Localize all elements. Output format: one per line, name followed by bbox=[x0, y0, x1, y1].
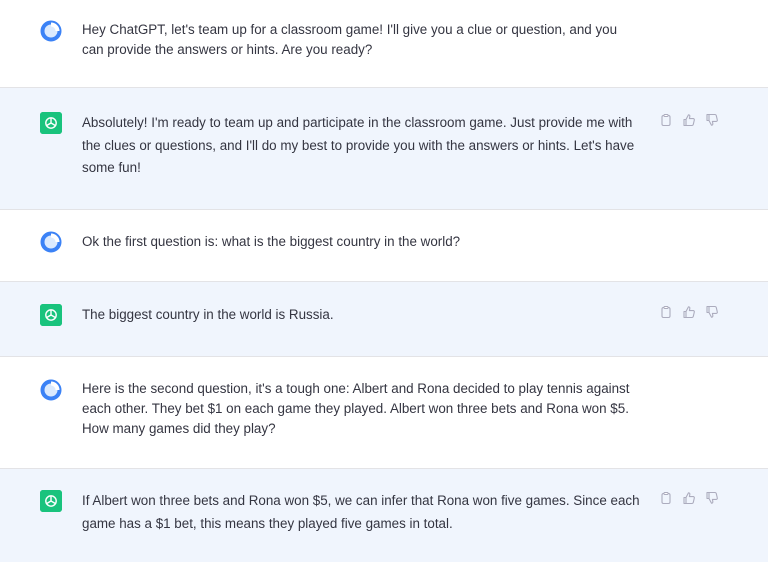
copy-icon[interactable] bbox=[659, 491, 673, 505]
assistant-message-turn: Absolutely! I'm ready to team up and par… bbox=[0, 88, 768, 210]
user-message-turn: Here is the second question, it's a toug… bbox=[0, 357, 768, 469]
user-avatar-icon bbox=[40, 20, 62, 42]
chatgpt-logo-icon bbox=[40, 490, 62, 512]
user-message-turn: Ok the first question is: what is the bi… bbox=[0, 210, 768, 282]
thumbs-down-icon[interactable] bbox=[705, 491, 719, 505]
thumbs-down-icon[interactable] bbox=[705, 113, 719, 127]
user-message-turn: Hey ChatGPT, let's team up for a classro… bbox=[0, 0, 768, 88]
assistant-message-turn: If Albert won three bets and Rona won $5… bbox=[0, 469, 768, 562]
thumbs-up-icon[interactable] bbox=[682, 491, 696, 505]
assistant-message-text: If Albert won three bets and Rona won $5… bbox=[82, 493, 640, 531]
user-avatar-icon bbox=[40, 231, 62, 253]
assistant-message-text: The biggest country in the world is Russ… bbox=[82, 307, 334, 322]
message-actions bbox=[659, 112, 719, 128]
user-avatar-icon bbox=[40, 379, 62, 401]
message-actions bbox=[659, 490, 719, 506]
thumbs-up-icon[interactable] bbox=[682, 305, 696, 319]
assistant-message-turn: The biggest country in the world is Russ… bbox=[0, 282, 768, 357]
chat-conversation: Hey ChatGPT, let's team up for a classro… bbox=[0, 0, 768, 562]
message-actions bbox=[659, 304, 719, 320]
user-message-text: Here is the second question, it's a toug… bbox=[82, 381, 630, 436]
thumbs-up-icon[interactable] bbox=[682, 113, 696, 127]
chatgpt-logo-icon bbox=[40, 304, 62, 326]
assistant-message-text: Absolutely! I'm ready to team up and par… bbox=[82, 115, 635, 175]
user-message-text: Hey ChatGPT, let's team up for a classro… bbox=[82, 22, 618, 57]
copy-icon[interactable] bbox=[659, 113, 673, 127]
copy-icon[interactable] bbox=[659, 305, 673, 319]
chatgpt-logo-icon bbox=[40, 112, 62, 134]
thumbs-down-icon[interactable] bbox=[705, 305, 719, 319]
user-message-text: Ok the first question is: what is the bi… bbox=[82, 234, 461, 249]
